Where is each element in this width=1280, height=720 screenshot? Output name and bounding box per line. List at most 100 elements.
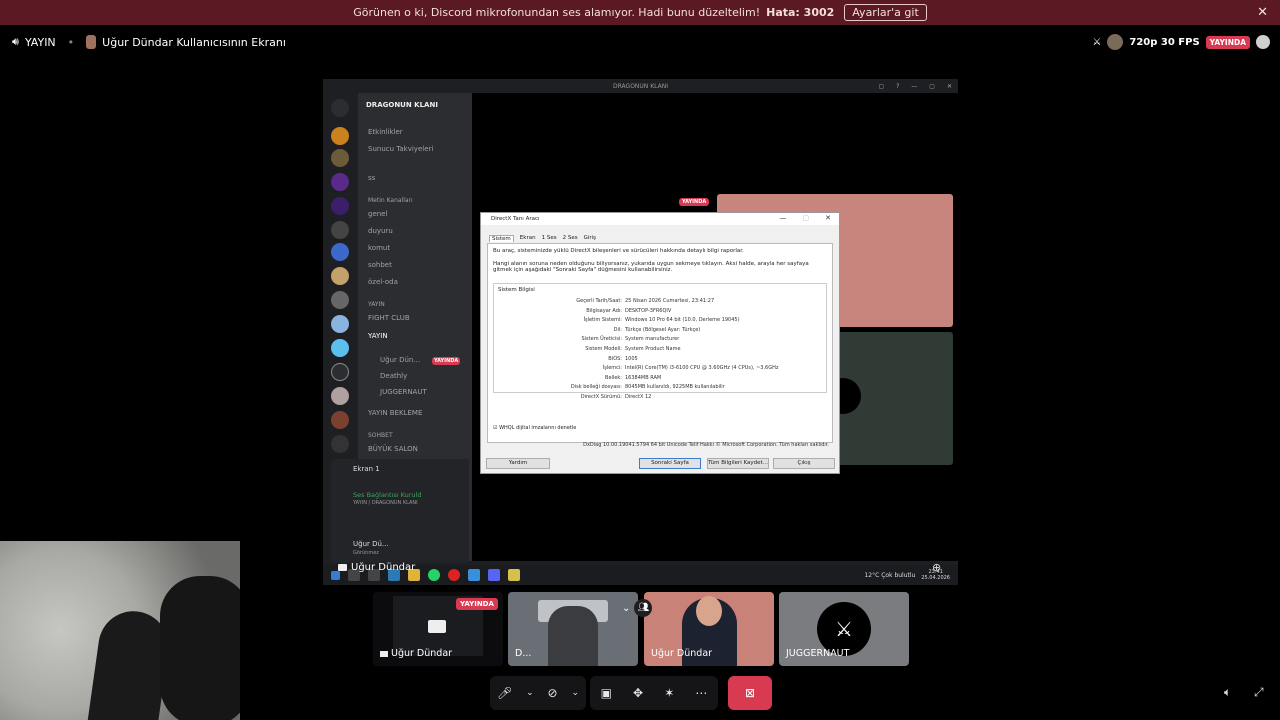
- channel-item: ss: [368, 174, 376, 182]
- participant-label: JUGGERNAUT: [786, 648, 849, 659]
- system-info-key: Sistem Modeli:: [585, 345, 622, 352]
- participant-name: JUGGERNAUT: [786, 648, 850, 659]
- screen-share-icon[interactable]: ▣: [601, 686, 612, 700]
- next-page-button: Sonraki Sayfa: [639, 458, 701, 469]
- dxdiag-intro: Bu araç, sisteminizde yüklü DirectX bile…: [493, 248, 744, 254]
- self-camera-view[interactable]: [0, 541, 240, 720]
- server-icon: [331, 411, 349, 429]
- exit-button: Çıkış: [773, 458, 835, 469]
- dxdiag-body: Bu araç, sisteminizde yüklü DirectX bile…: [487, 243, 833, 443]
- chevron-down-icon[interactable]: ⌄: [526, 688, 534, 698]
- system-info-key: Bilgisayar Adı:: [586, 307, 622, 314]
- opera-icon: [448, 569, 460, 581]
- go-to-settings-button[interactable]: Ayarlar'a git: [844, 4, 927, 21]
- microphone-icon[interactable]: 🎤︎: [497, 686, 512, 700]
- channel-member: Deathly: [380, 372, 408, 380]
- channel-item: BÜYÜK SALON: [368, 445, 418, 453]
- discord-stream-view: Görünen o ki, Discord mikrofonundan ses …: [0, 0, 1280, 720]
- close-icon[interactable]: ✕: [1257, 5, 1268, 20]
- participant-name: Uğur Dündar: [651, 648, 713, 659]
- add-people-icon[interactable]: 👥︎: [634, 599, 653, 617]
- system-info-value: DESKTOP-3FR6QIV: [625, 307, 672, 314]
- live-badge: YAYINDA: [432, 357, 461, 365]
- viewers-icon[interactable]: ⚔: [1092, 37, 1101, 48]
- system-info-key: İşlemci:: [602, 365, 622, 372]
- volume-icon[interactable]: 🔈︎: [1224, 685, 1231, 700]
- soundboard-icon[interactable]: ✶: [664, 686, 674, 700]
- system-info-heading: Sistem Bilgisi: [498, 287, 535, 293]
- self-name-tag: Uğur Dündar: [338, 562, 415, 573]
- server-icon: [331, 127, 349, 145]
- fullscreen-icon[interactable]: ⤢: [1254, 685, 1264, 700]
- more-icon[interactable]: ⋯: [695, 686, 707, 700]
- zoom-icon[interactable]: ⊕: [932, 561, 941, 574]
- channel-item: özel-oda: [368, 278, 398, 286]
- system-info-value: DirectX 12: [625, 393, 652, 400]
- notice-message: Görünen o ki, Discord mikrofonundan ses …: [353, 6, 761, 19]
- system-info-value: Windows 10 Pro 64 bit (10.0, Derleme 190…: [625, 317, 740, 324]
- system-info-value: 8045MB kullanıldı, 9225MB kullanılabilir: [625, 384, 725, 391]
- server-icon: [331, 339, 349, 357]
- live-badge: YAYINDA: [1205, 35, 1250, 49]
- system-info-key: Sistem Üreticisi:: [581, 336, 622, 343]
- system-info-row: BIOS: 1005: [498, 355, 822, 365]
- dxdiag-icon: [508, 569, 520, 581]
- action-controls: ▣ ✥ ✶ ⋯: [590, 676, 718, 710]
- system-info-value: 16384MB RAM: [625, 374, 662, 381]
- thumbnail-controls: ⌄ 👥︎: [622, 599, 653, 617]
- save-all-button: Tüm Bilgileri Kaydet...: [707, 458, 769, 469]
- stream-header: 🔊︎ YAYIN • Uğur Dündar Kullanıcısının Ek…: [0, 30, 1280, 54]
- windows-taskbar: 12°C Çok bulutlu 23:41 25.04.2026: [323, 565, 958, 585]
- whql-checkbox: ☑ WHQL dijital imzalarını denetle: [493, 425, 577, 431]
- participant-label: Uğur Dündar: [380, 648, 452, 659]
- voice-panel: Ekran 1 Ses Bağlantısı Kuruld YAYIN / DR…: [331, 459, 469, 563]
- participant-name: Uğur Dündar: [391, 648, 453, 659]
- help-button: Yardım: [486, 458, 550, 469]
- system-info-key: DirectX Sürümü:: [580, 393, 622, 400]
- system-info-row: Sistem Modeli: System Product Name: [498, 345, 822, 355]
- camera-off-icon[interactable]: ⊘: [548, 686, 558, 700]
- person-silhouette: [160, 576, 240, 720]
- system-info-row: Bellek: 16384MB RAM: [498, 374, 822, 384]
- server-icon: [331, 221, 349, 239]
- participant-thumbnail[interactable]: Uğur Dündar: [644, 592, 774, 666]
- chat-icon[interactable]: [1256, 35, 1270, 49]
- panel-user-status: Görünmez: [353, 550, 379, 556]
- whql-label: WHQL dijital imzalarını denetle: [499, 425, 577, 431]
- self-name: Uğur Dündar: [351, 562, 416, 573]
- channel-item: YAYIN BEKLEME: [368, 409, 423, 417]
- channel-item: komut: [368, 244, 391, 252]
- server-icon: [331, 363, 349, 381]
- tab-sound-2: 2 Ses: [562, 235, 578, 241]
- system-info-key: Disk belleği dosyası:: [570, 384, 622, 391]
- channel-item: sohbet: [368, 261, 392, 269]
- channel-item: YAYIN: [368, 332, 388, 340]
- shared-window-titlebar: DRAGONUN KLANI ▢? — ▢ ✕: [323, 79, 958, 93]
- weather-text: 12°C Çok bulutlu: [864, 571, 916, 579]
- participant-thumbnail[interactable]: YAYINDA Uğur Dündar: [373, 592, 503, 666]
- call-controls: 🎤︎ ⌄ ⊘ ⌄ ▣ ✥ ✶ ⋯ ⊠: [490, 676, 790, 710]
- chevron-down-icon[interactable]: ⌄: [571, 688, 579, 698]
- system-info-value: System manufacturer: [625, 336, 680, 343]
- stream-channel-label[interactable]: YAYIN: [25, 36, 56, 49]
- notice-error-code: Hata: 3002: [766, 6, 835, 19]
- channel-item: FIGHT CLUB: [368, 314, 410, 322]
- participant-thumbnail[interactable]: ⚔ JUGGERNAUT: [779, 592, 909, 666]
- participant-name: D...: [515, 648, 532, 659]
- system-info-value: 25 Nisan 2026 Cumartesi, 23:41:27: [625, 298, 715, 304]
- system-info-row: Disk belleği dosyası: 8045MB kullanıldı, …: [498, 383, 822, 393]
- tab-input: Giriş: [583, 235, 597, 241]
- media-controls: 🎤︎ ⌄ ⊘ ⌄: [490, 676, 586, 710]
- live-badge: YAYINDA: [456, 598, 498, 610]
- voice-channel: YAYIN / DRAGONUN KLANI: [353, 500, 418, 506]
- chevron-down-icon[interactable]: ⌄: [622, 603, 630, 614]
- server-icon: [331, 173, 349, 191]
- stop-stream-button[interactable]: ⊠: [728, 676, 772, 710]
- system-info-rows: Geçerli Tarih/Saat: 25 Nisan 2026 Cumarte…: [498, 297, 822, 403]
- system-info-value: Türkçe (Bölgesel Ayar: Türkçe): [625, 326, 701, 333]
- server-icon: [331, 387, 349, 405]
- dxdiag-window-controls: — ▢ ✕: [779, 214, 832, 222]
- activities-icon[interactable]: ✥: [633, 686, 643, 700]
- viewer-avatar[interactable]: [1107, 34, 1124, 50]
- participant-thumbnail[interactable]: D...: [508, 592, 638, 666]
